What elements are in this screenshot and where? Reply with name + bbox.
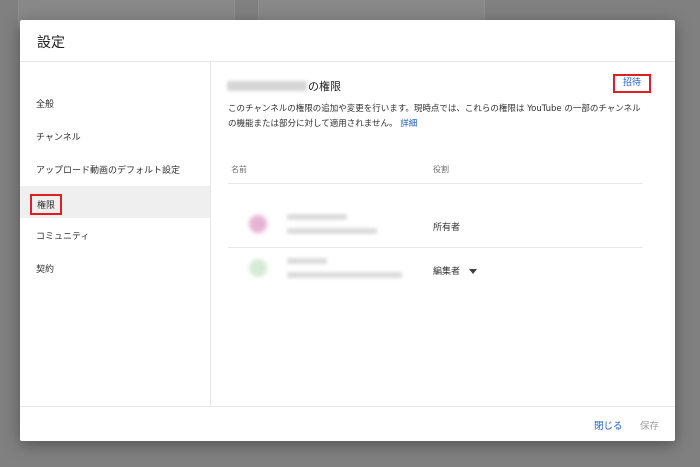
close-button[interactable]: 閉じる (594, 418, 623, 432)
sidebar-item-channel[interactable]: チャンネル (20, 120, 210, 152)
invite-button[interactable]: 招待 (613, 74, 651, 93)
channel-name-redacted (227, 81, 307, 91)
member-role: 編集者 (433, 267, 461, 277)
sidebar-item-general[interactable]: 全般 (20, 87, 210, 119)
sidebar-item-community[interactable]: コミュニティ (20, 219, 210, 251)
dialog-header: 設定 (20, 20, 675, 62)
description-text: このチャンネルの権限の追加や変更を行います。現時点では、これらの権限は YouT… (228, 104, 641, 129)
row-divider (228, 183, 642, 184)
chevron-down-icon (469, 269, 478, 274)
sidebar-item-label: チャンネル (36, 133, 81, 143)
sidebar-item-upload-defaults[interactable]: アップロード動画のデフォルト設定 (20, 153, 210, 185)
permissions-panel: の権限 招待 このチャンネルの権限の追加や変更を行います。現時点では、これらの権… (211, 62, 675, 406)
sidebar-item-permissions[interactable]: 権限 (20, 186, 210, 218)
dialog-footer: 閉じる 保存 (20, 406, 675, 441)
sidebar-item-label: 全般 (36, 100, 55, 110)
member-email-redacted (287, 228, 377, 234)
member-role: 所有者 (433, 223, 461, 233)
save-button[interactable]: 保存 (640, 418, 659, 432)
permissions-description: このチャンネルの権限の追加や変更を行います。現時点では、これらの権限は YouT… (228, 102, 648, 132)
member-avatar (249, 215, 267, 233)
sidebar-item-label: コミュニティ (36, 232, 90, 242)
column-header-role: 役割 (433, 165, 449, 174)
settings-dialog: 設定 全般 チャンネル アップロード動画のデフォルト設定 権限 コミュニティ 契… (20, 20, 675, 441)
row-divider (228, 247, 642, 248)
column-header-name: 名前 (231, 165, 247, 174)
sidebar-item-label: 権限 (30, 194, 63, 215)
permissions-title: の権限 (308, 80, 341, 93)
member-name-redacted (287, 258, 327, 264)
member-name-redacted (287, 214, 347, 220)
dialog-title: 設定 (37, 35, 65, 51)
sidebar-item-agreements[interactable]: 契約 (20, 252, 210, 284)
details-link[interactable]: 詳細 (400, 119, 417, 129)
sidebar-item-label: 契約 (36, 265, 55, 275)
member-email-redacted (287, 272, 402, 278)
sidebar-item-label: アップロード動画のデフォルト設定 (36, 166, 181, 176)
settings-sidebar: 全般 チャンネル アップロード動画のデフォルト設定 権限 コミュニティ 契約 (20, 62, 211, 406)
member-avatar (249, 259, 267, 277)
member-role-dropdown[interactable]: 編集者 (433, 264, 478, 277)
